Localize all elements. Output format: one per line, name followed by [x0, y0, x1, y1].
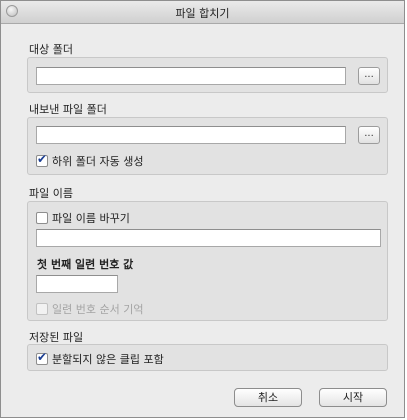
include-unsplit-clips-option[interactable]: 분할되지 않은 클립 포함	[36, 350, 164, 367]
auto-create-subfolder-label: 하위 폴더 자동 생성	[52, 155, 144, 168]
file-name-label: 파일 이름	[29, 187, 73, 200]
include-unsplit-clips-label: 분할되지 않은 클립 포함	[52, 353, 164, 366]
export-folder-browse-button[interactable]: ...	[358, 126, 380, 144]
window-title: 파일 합치기	[175, 7, 230, 20]
export-folder-label: 내보낸 파일 폴더	[29, 103, 107, 116]
file-name-group: 파일 이름 바꾸기 첫 번째 일련 번호 값 일련 번호 순서 기억	[27, 201, 388, 321]
export-folder-group: ... 하위 폴더 자동 생성	[27, 117, 388, 175]
start-button[interactable]: 시작	[319, 388, 387, 407]
remember-serial-order-option: 일련 번호 순서 기억	[36, 301, 143, 317]
cancel-button[interactable]: 취소	[234, 388, 302, 407]
target-folder-label: 대상 폴더	[29, 43, 73, 56]
rename-file-label: 파일 이름 바꾸기	[52, 212, 130, 225]
target-folder-input[interactable]	[36, 67, 346, 85]
saved-file-label: 저장된 파일	[29, 331, 84, 344]
target-folder-group: ...	[27, 57, 388, 93]
auto-create-subfolder-option[interactable]: 하위 폴더 자동 생성	[36, 152, 144, 169]
first-serial-input[interactable]	[36, 275, 118, 293]
rename-file-option[interactable]: 파일 이름 바꾸기	[36, 210, 130, 226]
auto-create-subfolder-checkbox[interactable]	[36, 152, 48, 167]
remember-serial-order-label: 일련 번호 순서 기억	[52, 303, 144, 316]
title-bar[interactable]: 파일 합치기	[1, 1, 404, 24]
export-folder-input[interactable]	[36, 126, 346, 144]
rename-file-checkbox[interactable]	[36, 212, 48, 224]
file-name-input[interactable]	[36, 229, 381, 247]
saved-file-group: 분할되지 않은 클립 포함	[27, 344, 388, 371]
target-folder-browse-button[interactable]: ...	[358, 67, 380, 85]
remember-serial-order-checkbox	[36, 303, 48, 315]
merge-files-dialog: 파일 합치기 대상 폴더 ... 내보낸 파일 폴더 ... 하위 폴더 자동 …	[0, 0, 405, 418]
first-serial-label: 첫 번째 일련 번호 값	[37, 258, 134, 271]
include-unsplit-clips-checkbox[interactable]	[36, 350, 48, 365]
